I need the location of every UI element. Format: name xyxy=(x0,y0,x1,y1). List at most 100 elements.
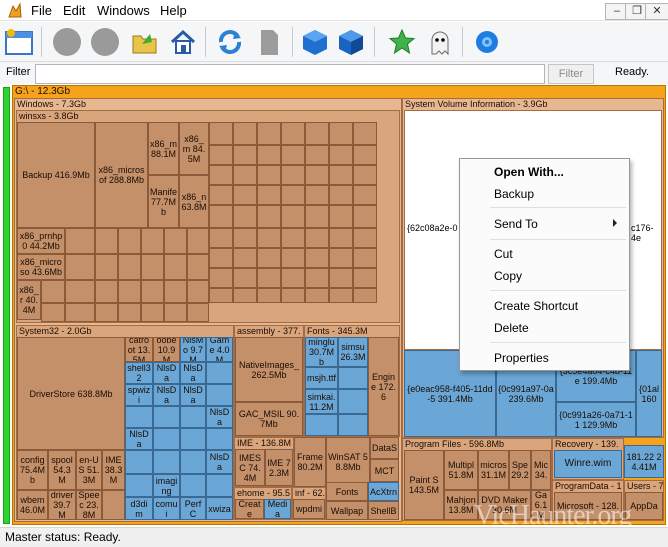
winsxs-small-tile[interactable] xyxy=(329,205,353,228)
winsxs-small-tile[interactable] xyxy=(95,280,118,303)
ctx-create-shortcut[interactable]: Create Shortcut xyxy=(494,296,578,316)
winsxs-small-tile[interactable] xyxy=(257,165,281,185)
tile-wbem[interactable]: wbem 46.0M xyxy=(17,490,48,520)
tile-media[interactable]: Media xyxy=(264,499,291,519)
tile-nlsmo[interactable]: NlsMo 9.7M xyxy=(180,337,206,362)
winsxs-small-tile[interactable] xyxy=(353,248,377,268)
tile-simsu[interactable]: simsu 26.3M xyxy=(338,337,368,367)
tile-couri[interactable] xyxy=(338,389,368,414)
tile-mmci[interactable] xyxy=(206,474,233,497)
tile-nlsda6[interactable]: NlsDa xyxy=(125,428,153,450)
tile-oobe[interactable]: oobe 10.9M xyxy=(153,337,180,362)
tile-paint[interactable]: Paint S 143.5M xyxy=(404,450,444,520)
tile-micros-pf[interactable]: micros 31.1M xyxy=(478,450,509,490)
winsxs-small-tile[interactable] xyxy=(281,268,305,288)
tile-timed[interactable] xyxy=(153,428,180,450)
tile-sstex[interactable] xyxy=(180,428,206,450)
tile-winsat[interactable]: WinSAT 58.8Mb xyxy=(326,437,370,487)
winsxs-small-tile[interactable] xyxy=(164,303,187,322)
tile-uihu[interactable] xyxy=(180,406,206,428)
tile-simkai[interactable]: simkai. 11.2M xyxy=(305,389,338,414)
tile-nlsda2[interactable]: NlsDa xyxy=(180,362,206,384)
winsxs-small-tile[interactable] xyxy=(233,122,257,145)
tile-comui[interactable]: comui xyxy=(153,497,180,520)
tile-d3dim[interactable]: d3dim xyxy=(125,497,153,520)
tile-nlsda7[interactable]: NlsDa xyxy=(206,450,233,474)
winsxs-small-tile[interactable] xyxy=(233,205,257,228)
winsxs-small-tile[interactable] xyxy=(353,228,377,248)
winsxs-small-tile[interactable] xyxy=(305,288,329,303)
winsxs-small-tile[interactable] xyxy=(353,268,377,288)
menu-file[interactable]: File xyxy=(31,3,52,19)
tile-nvd3c[interactable] xyxy=(153,406,180,428)
winsxs-small-tile[interactable] xyxy=(257,122,281,145)
winsxs-small-tile[interactable] xyxy=(118,254,141,280)
tile-xwiza[interactable]: xwiza xyxy=(206,497,233,520)
tile-nlsle[interactable] xyxy=(125,406,153,428)
winsxs-small-tile[interactable] xyxy=(257,145,281,165)
refresh-icon[interactable] xyxy=(213,25,247,59)
winsxs-small-tile[interactable] xyxy=(209,185,233,205)
tile-imesc[interactable]: IMESC 74.4M xyxy=(235,449,265,486)
winsxs-small-tile[interactable] xyxy=(329,248,353,268)
winsxs-small-tile[interactable] xyxy=(233,248,257,268)
winsxs-small-tile[interactable] xyxy=(141,303,164,322)
filter-button[interactable]: Filter xyxy=(548,64,594,84)
winsxs-small-tile[interactable] xyxy=(305,122,329,145)
winsxs-small-tile[interactable] xyxy=(233,145,257,165)
winsxs-small-tile[interactable] xyxy=(141,228,164,254)
winsxs-small-tile[interactable] xyxy=(209,165,233,185)
winsxs-small-tile[interactable] xyxy=(65,303,95,322)
tile-manife[interactable]: Manife 77.7Mb xyxy=(148,175,179,228)
winsxs-small-tile[interactable] xyxy=(305,185,329,205)
ctx-delete[interactable]: Delete xyxy=(494,318,529,338)
winsxs-small-tile[interactable] xyxy=(209,268,233,288)
winsxs-small-tile[interactable] xyxy=(209,228,233,248)
tile-acxtrn[interactable]: AcXtrn xyxy=(368,482,399,501)
tile-ime[interactable]: IME 38.3M xyxy=(102,450,125,490)
winsxs-small-tile[interactable] xyxy=(164,280,187,303)
winsxs-small-tile[interactable] xyxy=(353,165,377,185)
winsxs-small-tile[interactable] xyxy=(281,122,305,145)
winsxs-small-tile[interactable] xyxy=(281,248,305,268)
winsxs-small-tile[interactable] xyxy=(233,165,257,185)
winsxs-small-tile[interactable] xyxy=(164,254,187,280)
winsxs-small-tile[interactable] xyxy=(353,185,377,205)
winsxs-small-tile[interactable] xyxy=(305,205,329,228)
tile-spwizi[interactable]: spwizi xyxy=(125,384,153,406)
winsxs-small-tile[interactable] xyxy=(281,185,305,205)
home-icon[interactable] xyxy=(166,25,200,59)
tile-catroot[interactable]: catroot 13.5M xyxy=(125,337,153,362)
winsxs-small-tile[interactable] xyxy=(329,228,353,248)
winsxs-small-tile[interactable] xyxy=(257,228,281,248)
winsxs-small-tile[interactable] xyxy=(353,122,377,145)
tile-mmc[interactable] xyxy=(180,450,206,474)
winsxs-small-tile[interactable] xyxy=(233,185,257,205)
ghost-icon[interactable] xyxy=(423,25,457,59)
ctx-copy[interactable]: Copy xyxy=(494,266,522,286)
winsxs-small-tile[interactable] xyxy=(209,248,233,268)
winsxs-small-tile[interactable] xyxy=(41,280,65,303)
tile-speec[interactable]: Speec 23.8M xyxy=(76,490,102,520)
document-icon[interactable] xyxy=(252,25,286,59)
blue-cube-alt-icon[interactable] xyxy=(334,25,368,59)
tile-nlsda[interactable]: NlsDa xyxy=(153,362,180,384)
winsxs-small-tile[interactable] xyxy=(257,248,281,268)
tile-spool[interactable]: spool 54.3M xyxy=(48,450,76,490)
tile-create[interactable]: Create xyxy=(235,499,264,519)
tile-narrat[interactable] xyxy=(125,474,153,497)
winsxs-small-tile[interactable] xyxy=(329,122,353,145)
settings-gear-icon[interactable] xyxy=(470,25,504,59)
tile-msjh[interactable]: msjh.ttf xyxy=(305,367,338,389)
tile-config[interactable]: config 75.4Mb xyxy=(17,450,48,490)
winsxs-small-tile[interactable] xyxy=(281,205,305,228)
winsxs-small-tile[interactable] xyxy=(118,228,141,254)
tile-svi-5[interactable]: {01al 160 xyxy=(636,350,662,437)
winsxs-small-tile[interactable] xyxy=(118,280,141,303)
tile-winre-wim[interactable]: Winre.wim xyxy=(554,450,622,478)
tile-prnhp[interactable]: x86_prnhp0 44.2Mb xyxy=(17,228,65,254)
tile-secpr[interactable] xyxy=(153,450,180,474)
menu-edit[interactable]: Edit xyxy=(63,3,85,19)
winsxs-small-tile[interactable] xyxy=(329,185,353,205)
tile-multipl[interactable]: Multipl 51.8M xyxy=(444,450,478,490)
